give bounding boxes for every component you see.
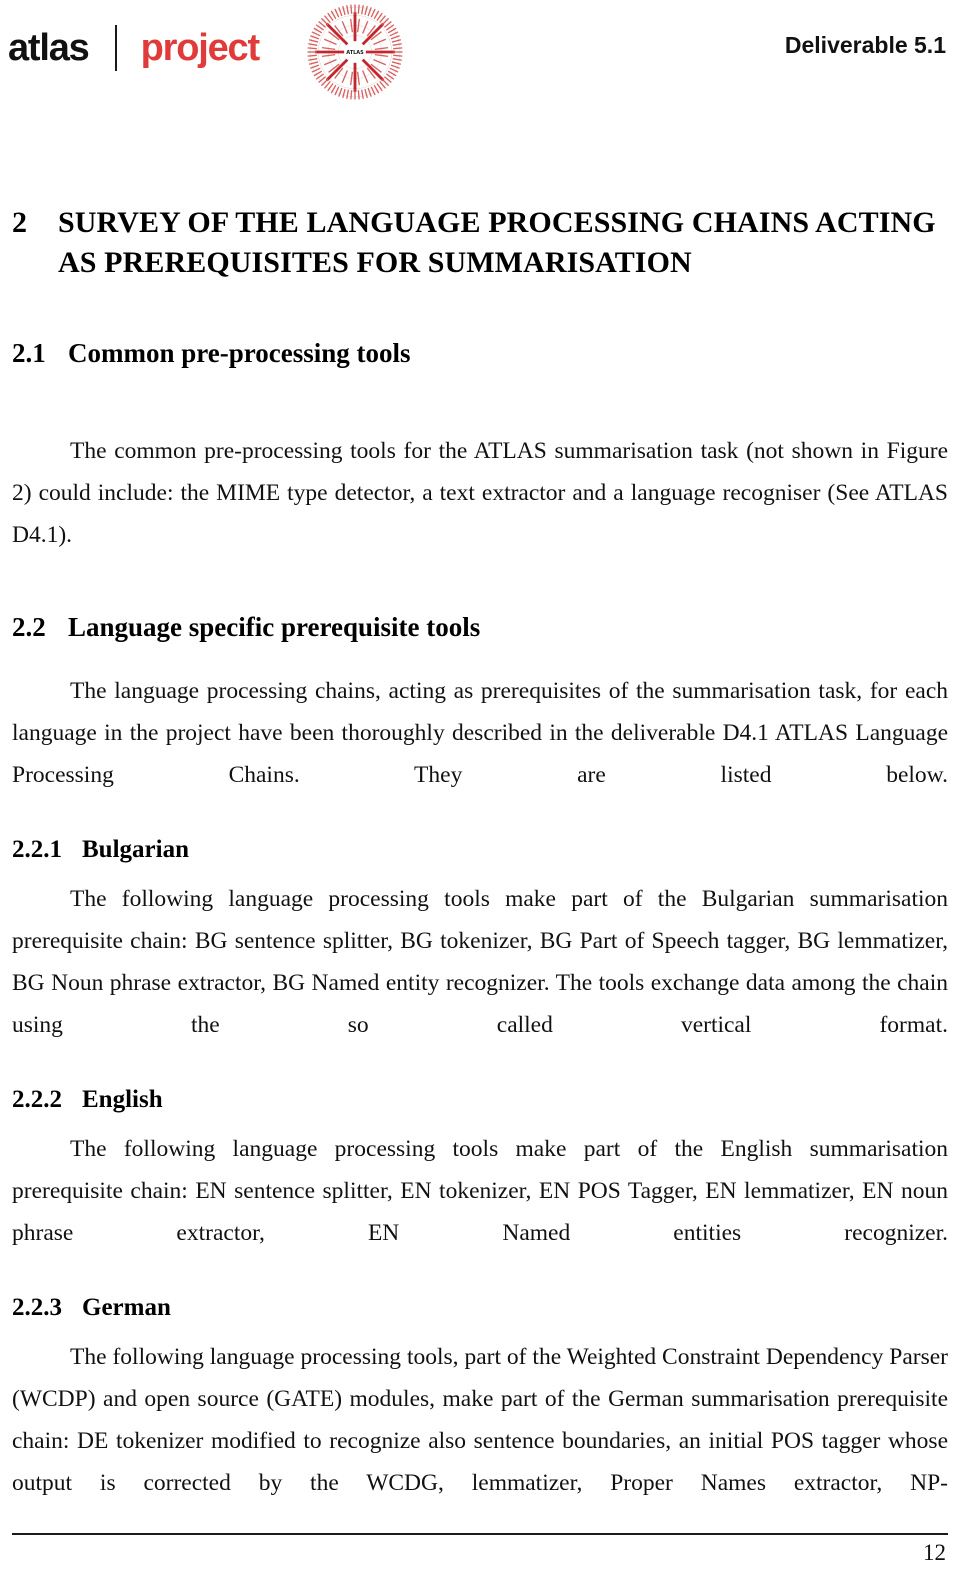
subsection-number-2-2-1: 2.2.1 (12, 836, 62, 863)
section-title-2-1: Common pre-processing tools (68, 338, 411, 368)
subsection-title-2-2-2: English (82, 1086, 163, 1113)
subsection-heading-2-2-3: 2.2.3 German (12, 1292, 948, 1324)
subsection-heading-2-2-2: 2.2.2 English (12, 1084, 948, 1116)
section-title-2-2: Language specific prerequisite tools (68, 612, 481, 642)
subsection-heading-2-2-1: 2.2.1 Bulgarian (12, 834, 948, 866)
section-number-2-2: 2.2 (12, 612, 46, 642)
paragraph-2-1: The common pre-processing tools for the … (12, 438, 948, 548)
subsection-title-2-2-1: Bulgarian (82, 836, 189, 863)
chapter-heading: 2 SURVEY OF THE LANGUAGE PROCESSING CHAI… (12, 203, 948, 283)
page-number: 12 (923, 1540, 946, 1565)
logo-center-label: ATLAS (346, 50, 364, 56)
atlas-project-logo: atlas project (8, 18, 260, 78)
section-heading-2-1: 2.1 Common pre-processing tools (12, 336, 948, 370)
subsection-number-2-2-2: 2.2.2 (12, 1086, 62, 1113)
starburst-logo-icon: ATLAS (296, 2, 414, 102)
chapter-number: 2 (12, 206, 28, 239)
logo-divider (114, 25, 117, 71)
deliverable-label: Deliverable 5.1 (784, 32, 946, 58)
footer-divider (12, 1533, 948, 1535)
subsection-number-2-2-3: 2.2.3 (12, 1294, 62, 1321)
paragraph-2-2-1: The following language processing tools … (12, 886, 948, 1038)
paragraph-2-2: The language processing chains, acting a… (12, 678, 948, 788)
chapter-title-text: SURVEY OF THE LANGUAGE PROCESSING CHAINS… (58, 206, 936, 279)
page-header: atlas project ATLAS Deliverable 5.1 (0, 0, 960, 110)
section-heading-2-2: 2.2 Language specific prerequisite tools (12, 610, 948, 644)
paragraph-2-2-2: The following language processing tools … (12, 1136, 948, 1246)
paragraph-2-2-3: The following language processing tools,… (12, 1344, 948, 1496)
document-page: atlas project ATLAS Deliverable 5.1 2 SU… (0, 0, 960, 1578)
project-wordmark: project (140, 27, 260, 69)
atlas-wordmark: atlas (8, 27, 90, 69)
section-number-2-1: 2.1 (12, 338, 46, 368)
subsection-title-2-2-3: German (82, 1294, 171, 1321)
